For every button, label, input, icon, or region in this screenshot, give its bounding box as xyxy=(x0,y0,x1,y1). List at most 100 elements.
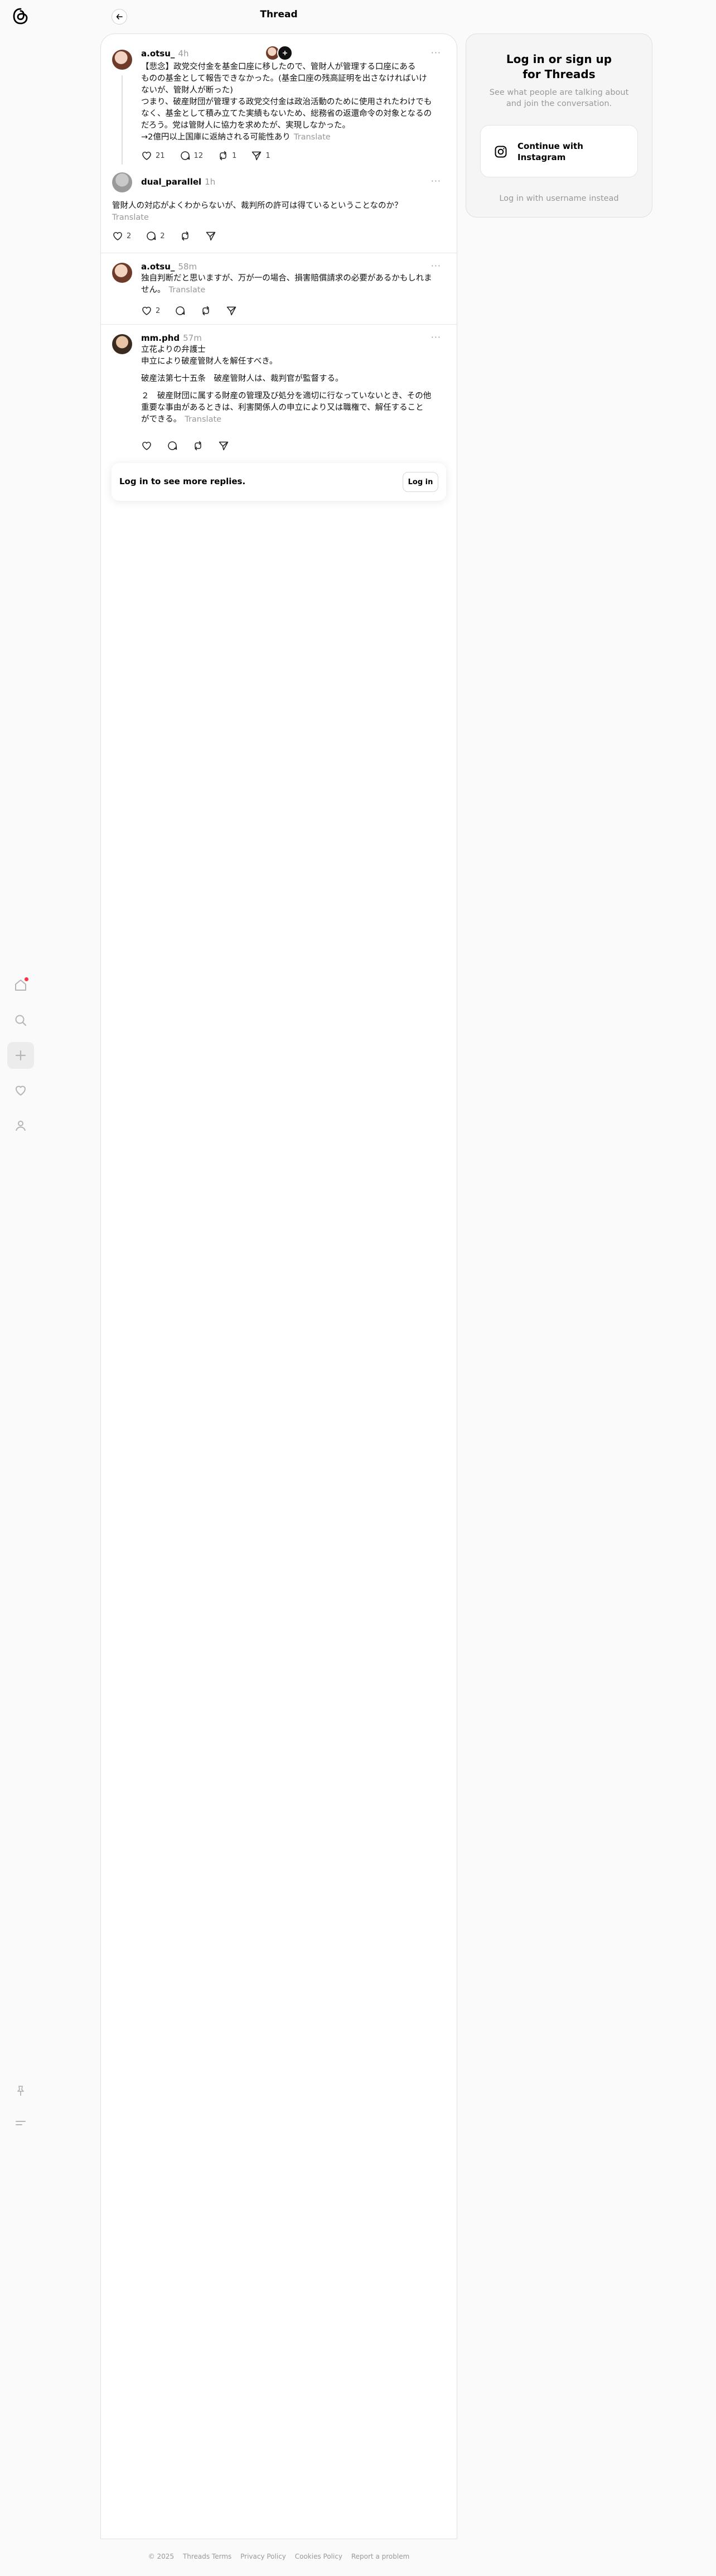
send-icon xyxy=(227,306,236,316)
privacy-link[interactable]: Privacy Policy xyxy=(240,2553,286,2560)
more-options-button[interactable]: ··· xyxy=(431,332,441,342)
repost-icon xyxy=(202,306,210,316)
more-options-button[interactable]: ··· xyxy=(431,261,441,271)
username-text[interactable]: mm.phd xyxy=(141,333,180,343)
share-button[interactable] xyxy=(226,305,237,316)
share-button[interactable] xyxy=(218,440,229,451)
post-body: 【悲念】政党交付金を基金口座に移したので、管財人が管理する口座にある ものの基金… xyxy=(141,61,447,143)
post-line: ものの基金として報告できなかった。(基金口座の残高証明を出さなければいけ xyxy=(141,74,427,83)
like-count: 2 xyxy=(127,231,132,240)
reply-count: 2 xyxy=(160,231,165,240)
translate-link[interactable]: Translate xyxy=(294,133,331,142)
post-line: 重要な事由があるときは、利害関係人の申立により又は職権で、解任すること xyxy=(141,403,424,412)
comment-icon xyxy=(147,231,156,240)
nav-search[interactable] xyxy=(7,1007,34,1034)
terms-link[interactable]: Threads Terms xyxy=(183,2553,231,2560)
post-line: 破産法第七十五条 破産管財人は、裁判官が監督する。 xyxy=(141,374,344,383)
instagram-icon xyxy=(495,146,507,158)
translate-link[interactable]: Translate xyxy=(112,212,447,224)
post-line: 【悲念】政党交付金を基金口座に移したので、管財人が管理する口座にある xyxy=(141,62,416,71)
post-body: 独自判断だと思いますが、万が一の場合、損害賠償請求の必要があるかもしれま せん。… xyxy=(141,273,447,296)
post-line: 管財人の対応がよくわからないが、裁判所の許可は得ているということなのか？ xyxy=(112,201,403,210)
more-options-button[interactable]: ··· xyxy=(431,176,441,186)
profile-icon xyxy=(16,1121,26,1131)
heart-icon xyxy=(142,442,151,450)
post-line: 立花よりの弁護士 xyxy=(141,345,206,354)
login-with-username-link[interactable]: Log in with username instead xyxy=(466,194,652,203)
username-text[interactable]: a.otsu_ xyxy=(141,262,175,272)
reply-button[interactable]: 12 xyxy=(180,150,204,161)
signup-subtitle-line: and join the conversation. xyxy=(506,99,612,108)
more-options-button[interactable]: ··· xyxy=(431,47,441,58)
reply-button[interactable] xyxy=(175,305,186,316)
like-button[interactable]: 21 xyxy=(141,150,165,161)
signup-subtitle-line: See what people are talking about xyxy=(489,88,629,97)
repost-button[interactable] xyxy=(200,305,211,316)
like-count: 2 xyxy=(156,306,161,315)
search-icon xyxy=(15,1015,26,1026)
nav-activity[interactable] xyxy=(7,1077,34,1104)
left-nav xyxy=(0,0,41,2576)
continue-with-instagram-button[interactable]: Continue with Instagram xyxy=(480,125,638,177)
repost-button[interactable] xyxy=(192,440,204,451)
login-prompt-card: Log in to see more replies. Log in xyxy=(112,463,446,501)
translate-link[interactable]: Translate xyxy=(185,415,221,424)
like-button[interactable]: 2 xyxy=(141,305,160,316)
repost-icon xyxy=(220,151,226,161)
nav-pin[interactable] xyxy=(7,2077,34,2104)
nav-home[interactable] xyxy=(7,972,34,998)
cookies-link[interactable]: Cookies Policy xyxy=(295,2553,342,2560)
post-username[interactable]: mm.phd 57m xyxy=(141,333,202,343)
nav-create[interactable] xyxy=(7,1042,34,1069)
repost-button[interactable] xyxy=(180,230,191,242)
repost-button[interactable]: 1 xyxy=(217,150,236,161)
post-time: 4h xyxy=(178,49,189,59)
avatar[interactable] xyxy=(112,50,132,70)
post-username[interactable]: dual_parallel 1h xyxy=(141,177,215,187)
post-actions: 2 xyxy=(141,305,237,316)
post-actions: 21 12 1 1 xyxy=(141,150,270,161)
post-body: 立花よりの弁護士 申立により破産管財人を解任すべき。 破産法第七十五条 破産管財… xyxy=(141,344,447,426)
post-actions: 2 2 xyxy=(112,230,216,242)
post-line: →2億円以上国庫に返納される可能性あり xyxy=(141,133,291,142)
reply-count: 12 xyxy=(193,151,204,160)
post-line: ２ 破産財団に属する財産の管理及び処分を適切に行なっていないとき、その他 xyxy=(141,392,432,401)
avatar xyxy=(277,45,293,61)
thread-panel: a.otsu_ 4h ··· 【悲念】政党交付金を基金口座に移したので、管財人が管… xyxy=(100,33,457,2539)
post-username[interactable]: a.otsu_ 58m xyxy=(141,262,197,272)
username-text[interactable]: dual_parallel xyxy=(141,177,201,187)
repost-count: 1 xyxy=(232,151,237,160)
post-actions xyxy=(141,440,229,451)
share-button[interactable]: 1 xyxy=(251,150,270,161)
post-line: 独自判断だと思いますが、万が一の場合、損害賠償請求の必要があるかもしれま xyxy=(141,274,432,283)
like-button[interactable]: 2 xyxy=(112,230,131,242)
avatar[interactable] xyxy=(112,172,132,192)
divider xyxy=(101,324,457,325)
post-line: ができる。 xyxy=(141,415,182,424)
nav-profile[interactable] xyxy=(7,1112,34,1139)
share-button[interactable] xyxy=(205,230,216,242)
like-count: 21 xyxy=(156,151,165,160)
share-count: 1 xyxy=(265,151,270,160)
footer: © 2025 Threads Terms Privacy Policy Cook… xyxy=(100,2553,457,2560)
notification-dot xyxy=(25,977,28,981)
thread-line xyxy=(122,75,123,165)
username-text[interactable]: a.otsu_ xyxy=(141,49,175,59)
comment-icon xyxy=(168,441,177,450)
reply-button[interactable]: 2 xyxy=(146,230,165,242)
comment-icon xyxy=(176,306,185,315)
reply-button[interactable] xyxy=(167,440,178,451)
login-button[interactable]: Log in xyxy=(403,472,438,492)
nav-menu[interactable] xyxy=(7,2110,34,2136)
heart-icon xyxy=(113,232,122,240)
post-line: つまり、破産財団が管理する政党交付金は政治活動のために使用されたわけでも xyxy=(141,98,432,107)
post-username[interactable]: a.otsu_ 4h xyxy=(141,49,188,59)
avatar[interactable] xyxy=(112,263,132,283)
translate-link[interactable]: Translate xyxy=(169,286,206,295)
like-button[interactable] xyxy=(141,440,152,451)
avatar[interactable] xyxy=(112,334,132,354)
avatar-cluster[interactable] xyxy=(265,45,293,61)
heart-icon xyxy=(142,152,151,160)
post-line: なく、基金として積み立てた実績もないため、総務省の返還命令の対象となるの xyxy=(141,109,432,118)
report-problem-link[interactable]: Report a problem xyxy=(351,2553,409,2560)
